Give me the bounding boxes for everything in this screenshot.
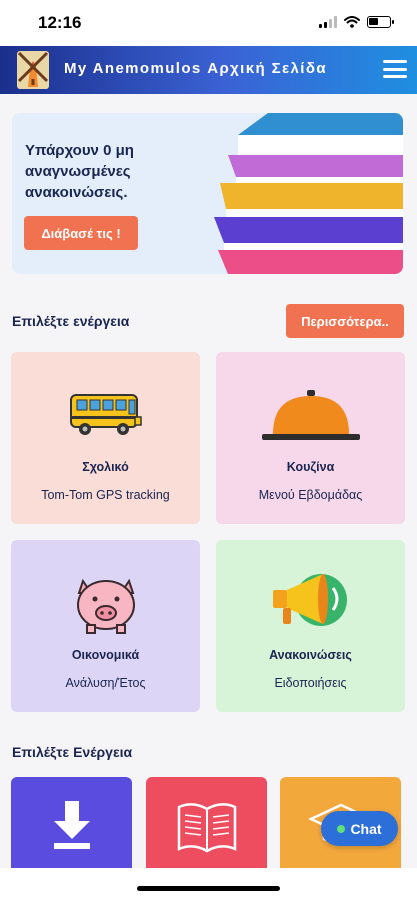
- wifi-icon: [344, 16, 360, 28]
- books-stack-illustration: [214, 113, 403, 274]
- online-dot-icon: [337, 824, 346, 833]
- app-title: My Anemomulos Αρχική Σελίδα: [64, 60, 327, 77]
- status-bar: 12:16: [0, 0, 417, 46]
- actions-title: Επιλέξτε ενέργεια: [12, 313, 130, 329]
- app-header: My Anemomulos Αρχική Σελίδα: [0, 46, 417, 94]
- banner-line-3: ανακοινώσεις.: [25, 184, 128, 201]
- open-book-icon: [146, 799, 267, 853]
- card-title: Σχολικό: [82, 460, 129, 474]
- tile-book[interactable]: [146, 777, 267, 873]
- banner-line-1: Υπάρχουν 0 μη: [25, 142, 134, 159]
- card-title: Κουζίνα: [286, 460, 335, 474]
- chat-button[interactable]: Chat: [321, 811, 398, 846]
- system-bottom-bar: [0, 868, 417, 900]
- card-subtitle: Μενού Εβδομάδας: [258, 488, 363, 502]
- card-title: Οικονομικά: [71, 648, 140, 662]
- chat-label: Chat: [350, 820, 382, 837]
- food-cloche-icon: [216, 374, 405, 456]
- card-subtitle: Tom-Tom GPS tracking: [41, 488, 170, 502]
- windmill-logo-icon: [17, 51, 49, 89]
- hamburger-menu-icon[interactable]: [383, 58, 407, 80]
- battery-icon: [367, 16, 394, 28]
- card-finance[interactable]: Οικονομικά Ανάλυση/Έτος: [11, 540, 200, 712]
- actions2-header-row: Επιλέξτε Ενέργεια: [12, 744, 404, 760]
- home-indicator[interactable]: [137, 886, 280, 891]
- status-time: 12:16: [38, 13, 82, 32]
- card-title: Ανακοινώσεις: [269, 648, 352, 662]
- download-icon: [11, 799, 132, 851]
- school-bus-icon: [11, 374, 200, 456]
- tile-download[interactable]: [11, 777, 132, 873]
- banner-text: Υπάρχουν 0 μη αναγνωσμένες ανακοινώσεις.: [25, 140, 205, 203]
- more-button[interactable]: Περισσότερα..: [286, 304, 404, 338]
- card-subtitle: Ανάλυση/Έτος: [65, 676, 146, 690]
- card-school-bus[interactable]: Σχολικό Tom-Tom GPS tracking: [11, 352, 200, 524]
- cellular-signal-icon: [319, 16, 337, 28]
- status-icons: [319, 16, 394, 28]
- read-notifications-button[interactable]: Διάβασέ τις !: [24, 216, 138, 250]
- banner-line-2: αναγνωσμένες: [25, 163, 131, 180]
- actions2-title: Επιλέξτε Ενέργεια: [12, 744, 133, 760]
- piggy-bank-icon: [11, 562, 200, 644]
- card-announcements[interactable]: Ανακοινώσεις Ειδοποιήσεις: [216, 540, 405, 712]
- card-kitchen[interactable]: Κουζίνα Μενού Εβδομάδας: [216, 352, 405, 524]
- megaphone-icon: [216, 562, 405, 644]
- actions-header-row: Επιλέξτε ενέργεια Περισσότερα..: [12, 304, 404, 338]
- card-subtitle: Ειδοποιήσεις: [274, 676, 347, 690]
- notifications-banner: Υπάρχουν 0 μη αναγνωσμένες ανακοινώσεις.…: [12, 113, 403, 274]
